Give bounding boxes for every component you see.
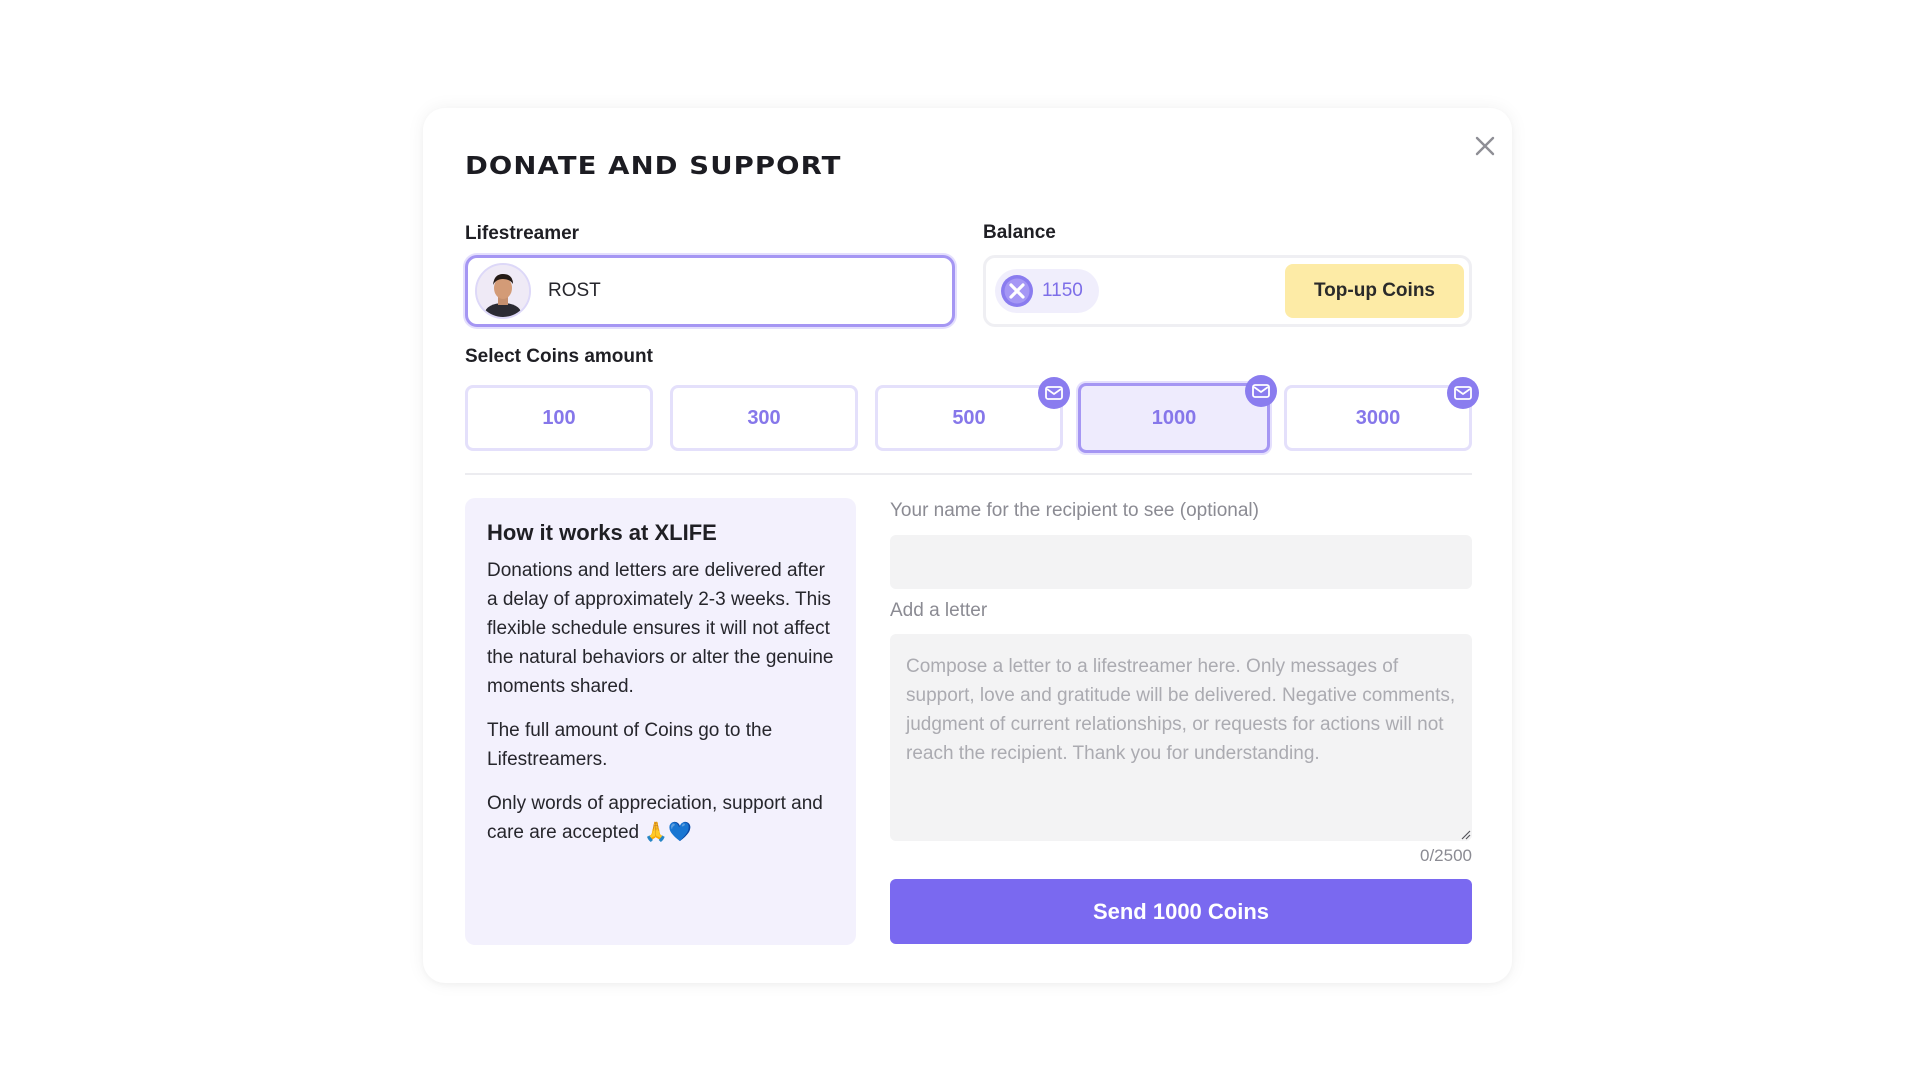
balance-label: Balance (983, 222, 1056, 243)
letter-char-counter: 0/2500 (1420, 846, 1472, 865)
letter-badge (1447, 377, 1479, 409)
select-coins-label: Select Coins amount (465, 346, 653, 367)
close-icon (1475, 136, 1495, 156)
amount-value: 3000 (1355, 406, 1401, 429)
info-paragraph: The full amount of Coins go to the Lifes… (487, 720, 773, 770)
info-paragraph: Only words of appreciation, support and … (487, 793, 823, 843)
amount-option-300[interactable]: 300 (670, 385, 858, 451)
modal-title: DONATE AND SUPPORT (465, 151, 842, 180)
balance-box: 1150 Top-up Coins (983, 255, 1472, 327)
how-it-works-panel: How it works at XLIFE Donations and lett… (465, 498, 856, 945)
amount-value: 300 (747, 406, 781, 429)
sender-name-input[interactable] (890, 535, 1472, 589)
send-coins-button[interactable]: Send 1000 Coins (890, 879, 1472, 944)
amount-option-500[interactable]: 500 (875, 377, 1070, 451)
amount-option-100[interactable]: 100 (465, 385, 653, 451)
info-title: How it works at XLIFE (487, 520, 717, 545)
close-button[interactable] (1465, 126, 1505, 166)
coins-amount-options: 100 300 500 1000 3000 (465, 375, 1479, 453)
donate-modal: DONATE AND SUPPORT Lifestreamer ROST Bal… (423, 108, 1512, 983)
amount-value: 1000 (1151, 406, 1197, 429)
amount-value: 100 (542, 406, 576, 429)
coin-icon (1001, 275, 1033, 307)
lifestreamer-name: ROST (548, 280, 601, 301)
lifestreamer-select[interactable]: ROST (465, 255, 955, 327)
avatar (475, 263, 531, 319)
amount-value: 500 (952, 406, 986, 429)
lifestreamer-label: Lifestreamer (465, 223, 580, 244)
resize-grip-icon[interactable] (1461, 830, 1471, 840)
letter-label: Add a letter (890, 600, 988, 621)
balance-pill: 1150 (995, 269, 1099, 313)
topup-coins-button[interactable]: Top-up Coins (1285, 264, 1464, 318)
amount-option-1000[interactable]: 1000 (1078, 375, 1277, 453)
divider (465, 473, 1472, 475)
mail-icon (1252, 384, 1270, 398)
mail-icon (1454, 386, 1472, 400)
info-paragraph: Donations and letters are delivered afte… (487, 560, 834, 697)
letter-textarea[interactable] (890, 634, 1472, 841)
letter-badge (1038, 377, 1070, 409)
balance-amount: 1150 (1042, 280, 1083, 301)
letter-badge (1245, 375, 1277, 407)
amount-option-3000[interactable]: 3000 (1284, 377, 1479, 451)
sender-name-label: Your name for the recipient to see (opti… (890, 500, 1259, 521)
mail-icon (1045, 386, 1063, 400)
